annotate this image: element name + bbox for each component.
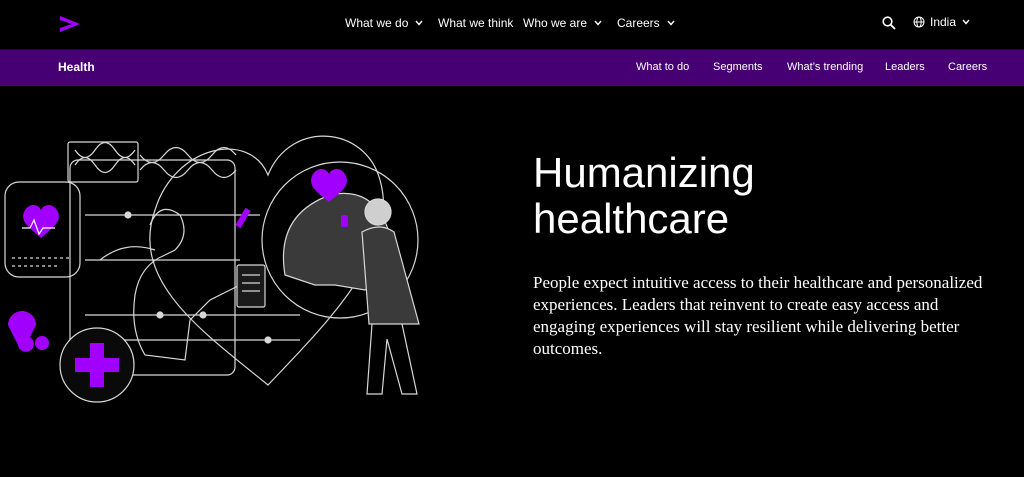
chevron-down-icon bbox=[667, 20, 675, 26]
chevron-down-icon bbox=[594, 20, 602, 26]
nav-item-what-we-do[interactable]: What we do bbox=[345, 16, 424, 30]
industry-subnav: Health What to do Segments What’s trendi… bbox=[0, 49, 1024, 86]
nav-item-label: Who we are bbox=[523, 16, 588, 30]
hero-description: People expect intuitive access to their … bbox=[533, 273, 983, 358]
country-selector[interactable]: India bbox=[913, 15, 971, 29]
top-navigation: What we do What we think Who we are Care… bbox=[0, 0, 1024, 49]
chevron-down-icon bbox=[962, 19, 970, 25]
nav-item-label: What we think bbox=[438, 16, 514, 30]
hero-title: Humanizing healthcare bbox=[533, 149, 755, 242]
subnav-link-leaders[interactable]: Leaders bbox=[885, 61, 925, 73]
nav-item-what-we-think[interactable]: What we think bbox=[438, 16, 513, 30]
nav-item-careers[interactable]: Careers bbox=[617, 16, 676, 30]
subnav-link-whats-trending[interactable]: What’s trending bbox=[787, 61, 863, 73]
heart-monitor-icon bbox=[23, 204, 59, 238]
subnav-link-segments[interactable]: Segments bbox=[713, 61, 763, 73]
subnav-link-careers[interactable]: Careers bbox=[948, 61, 987, 73]
nav-item-label: Careers bbox=[617, 16, 660, 30]
healthcare-illustration bbox=[4, 135, 420, 403]
globe-icon bbox=[913, 16, 925, 28]
chevron-down-icon bbox=[415, 20, 423, 26]
nav-item-label: What we do bbox=[345, 16, 409, 30]
accenture-logo-icon[interactable] bbox=[58, 14, 82, 34]
country-label: India bbox=[930, 15, 957, 29]
search-icon[interactable] bbox=[882, 16, 896, 30]
subnav-link-what-to-do[interactable]: What to do bbox=[636, 61, 689, 73]
subnav-title[interactable]: Health bbox=[58, 60, 95, 74]
molecule-icon bbox=[8, 311, 36, 352]
nav-item-who-we-are[interactable]: Who we are bbox=[523, 16, 603, 30]
